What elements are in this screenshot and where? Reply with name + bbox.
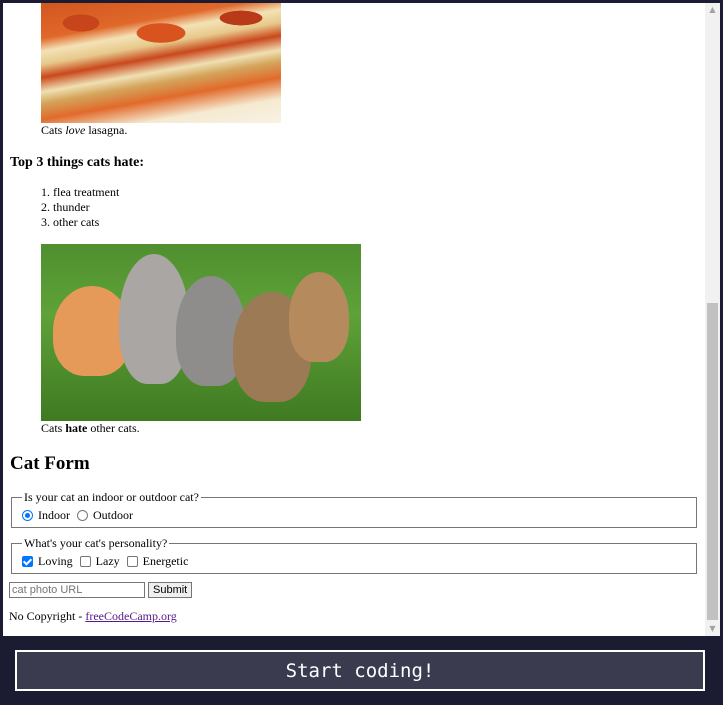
lazy-checkbox[interactable] [79, 556, 91, 567]
loving-option[interactable]: Loving [22, 554, 73, 569]
indoor-outdoor-legend: Is your cat an indoor or outdoor cat? [24, 490, 199, 504]
scroll-thumb[interactable] [707, 303, 718, 620]
list-item: 3. other cats [41, 215, 100, 229]
indoor-outdoor-fieldset: Is your cat an indoor or outdoor cat? In… [11, 490, 697, 528]
vertical-scrollbar[interactable]: ▲ ▼ [705, 3, 720, 636]
caption-strong: hate [65, 421, 88, 435]
footer: No Copyright - freeCodeCamp.org [9, 609, 177, 623]
kittens-image [41, 244, 361, 421]
kittens-caption: Cats hate other cats. [41, 421, 140, 435]
indoor-option[interactable]: Indoor [22, 508, 70, 523]
hate-list-title: Top 3 things cats hate: [10, 155, 145, 170]
scroll-down-arrow-icon[interactable]: ▼ [705, 622, 720, 636]
outdoor-radio[interactable] [77, 510, 88, 521]
lazy-option[interactable]: Lazy [79, 554, 120, 569]
energetic-checkbox[interactable] [126, 556, 138, 567]
scroll-up-arrow-icon[interactable]: ▲ [705, 3, 720, 17]
submit-button[interactable]: Submit [148, 582, 193, 598]
lasagna-caption: Cats love lasagna. [41, 123, 128, 137]
preview-frame: Cats love lasagna. Top 3 things cats hat… [3, 3, 705, 636]
indoor-radio[interactable] [22, 510, 33, 521]
energetic-option[interactable]: Energetic [126, 554, 188, 569]
outdoor-option[interactable]: Outdoor [77, 508, 133, 523]
loving-checkbox[interactable] [22, 556, 33, 567]
list-item: 2. thunder [41, 200, 90, 214]
form-title: Cat Form [10, 453, 90, 474]
personality-fieldset: What's your cat's personality? Loving La… [11, 536, 697, 574]
hate-list: 1. flea treatment 2. thunder 3. other ca… [41, 185, 119, 230]
list-item: 1. flea treatment [41, 185, 120, 199]
kitten-shape [289, 272, 349, 362]
caption-emphasis: love [65, 123, 86, 137]
lasagna-image [41, 3, 281, 123]
personality-legend: What's your cat's personality? [24, 536, 168, 550]
start-coding-button[interactable]: Start coding! [15, 650, 705, 691]
cat-photo-url-input[interactable]: cat photo URL [9, 582, 145, 598]
freecodecamp-link[interactable]: freeCodeCamp.org [85, 609, 176, 623]
